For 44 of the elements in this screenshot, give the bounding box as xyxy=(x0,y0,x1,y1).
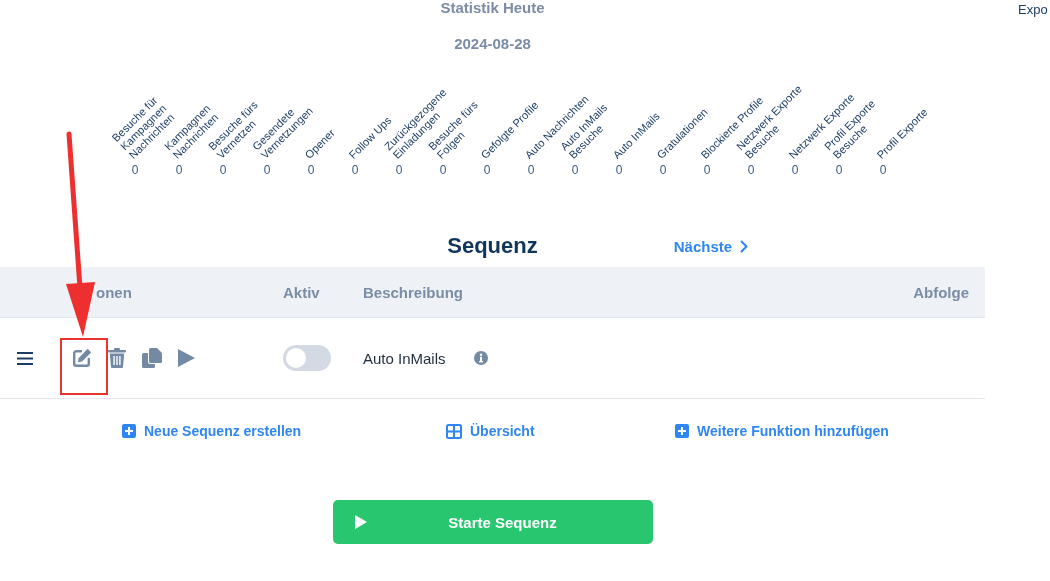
stat-value: 0 xyxy=(615,162,623,179)
stat-value: 0 xyxy=(131,162,139,179)
trash-icon[interactable] xyxy=(108,348,126,368)
stat-value: 0 xyxy=(395,162,403,179)
stat-value: 0 xyxy=(879,162,887,179)
column-header: Aktiv xyxy=(283,283,321,301)
stat-value: 0 xyxy=(175,162,183,179)
stat-value: 0 xyxy=(703,162,711,179)
plus-square-icon xyxy=(122,424,136,438)
start-button[interactable]: Starte Sequenz xyxy=(332,500,653,544)
toggle-switch[interactable] xyxy=(283,345,331,371)
column-header: Abfolge xyxy=(913,283,970,301)
stat-value: 0 xyxy=(351,162,359,179)
next-link[interactable]: Nächste xyxy=(673,237,749,255)
stat-value: 0 xyxy=(263,162,271,179)
add-link[interactable]: Weitere Funktion hinzufügen xyxy=(675,421,889,441)
stat-value: 0 xyxy=(483,162,491,179)
stat-value: 0 xyxy=(439,162,447,179)
stat-value: 0 xyxy=(747,162,755,179)
plus-square-icon xyxy=(675,424,689,438)
cut-off-text: Expo xyxy=(1018,2,1048,17)
stat-value: 0 xyxy=(307,162,315,179)
play-icon[interactable] xyxy=(178,349,195,367)
overview-link[interactable]: Übersicht xyxy=(446,421,535,441)
add-link[interactable]: Neue Sequenz erstellen xyxy=(122,421,302,441)
menu-icon[interactable] xyxy=(17,351,33,365)
stat-value: 0 xyxy=(659,162,667,179)
chevron-right-icon xyxy=(740,239,749,253)
stats-title: Statistik Heute xyxy=(440,0,545,16)
stat-value: 0 xyxy=(527,162,535,179)
stat-value: 0 xyxy=(571,162,579,179)
column-header: onen xyxy=(95,283,133,301)
copy-icon[interactable] xyxy=(142,348,162,368)
edit-icon[interactable] xyxy=(72,348,92,368)
column-header: Beschreibung xyxy=(363,283,465,301)
stat-value: 0 xyxy=(791,162,799,179)
description-text: Auto InMails xyxy=(363,349,446,367)
section-title: Sequenz xyxy=(447,232,538,260)
play-icon xyxy=(354,515,367,529)
table-icon xyxy=(446,423,462,439)
info-icon[interactable] xyxy=(473,351,488,365)
stat-value: 0 xyxy=(219,162,227,179)
date-label: 2024-08-28 xyxy=(454,36,531,52)
stat-value: 0 xyxy=(835,162,843,179)
